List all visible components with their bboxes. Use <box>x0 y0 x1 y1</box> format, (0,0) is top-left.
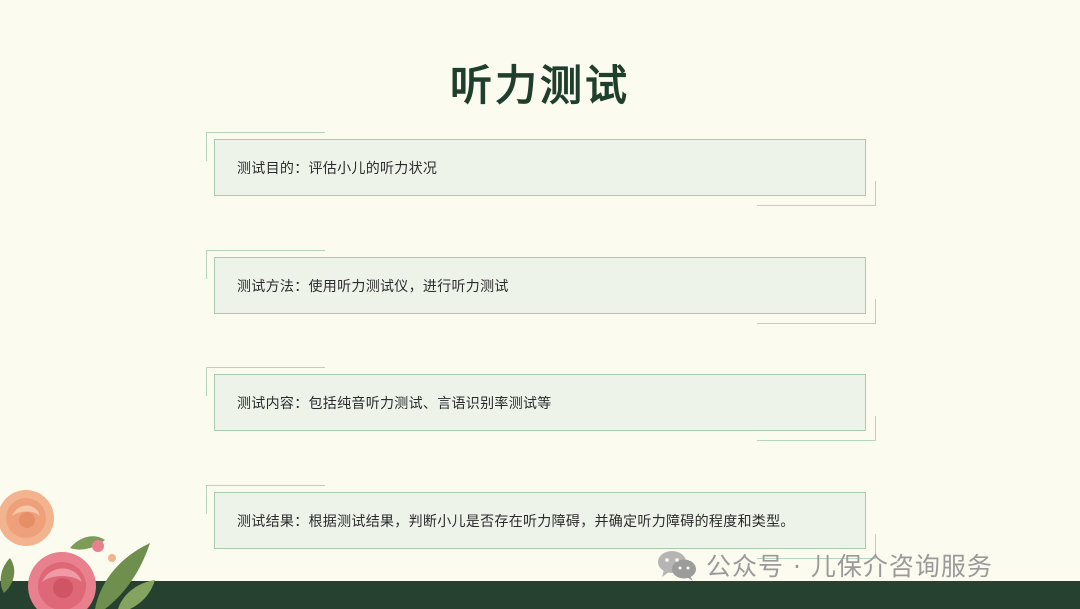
info-box: 测试方法：使用听力测试仪，进行听力测试 <box>214 257 866 314</box>
footer-bar <box>0 581 1080 609</box>
watermark-text: 公众号 · 儿保介咨询服务 <box>706 552 993 581</box>
slide: 听力测试 测试目的：评估小儿的听力状况 测试方法：使用听力测试仪，进行听力测试 … <box>0 0 1080 609</box>
info-text: 测试结果：根据测试结果，判断小儿是否存在听力障碍，并确定听力障碍的程度和类型。 <box>237 513 795 530</box>
info-box: 测试目的：评估小儿的听力状况 <box>214 139 866 196</box>
watermark: 公众号 · 儿保介咨询服务 <box>656 547 993 583</box>
info-box: 测试内容：包括纯音听力测试、言语识别率测试等 <box>214 374 866 431</box>
slide-title: 听力测试 <box>449 61 630 110</box>
info-text: 测试内容：包括纯音听力测试、言语识别率测试等 <box>237 395 552 412</box>
wechat-icon <box>658 551 696 581</box>
info-item-method: 测试方法：使用听力测试仪，进行听力测试 <box>206 250 878 324</box>
info-box: 测试结果：根据测试结果，判断小儿是否存在听力障碍，并确定听力障碍的程度和类型。 <box>214 492 866 549</box>
info-text: 测试方法：使用听力测试仪，进行听力测试 <box>237 278 509 295</box>
flower-bouquet-icon <box>0 490 155 609</box>
info-text: 测试目的：评估小儿的听力状况 <box>237 160 438 177</box>
info-item-purpose: 测试目的：评估小儿的听力状况 <box>206 132 878 206</box>
info-item-content: 测试内容：包括纯音听力测试、言语识别率测试等 <box>206 367 878 441</box>
